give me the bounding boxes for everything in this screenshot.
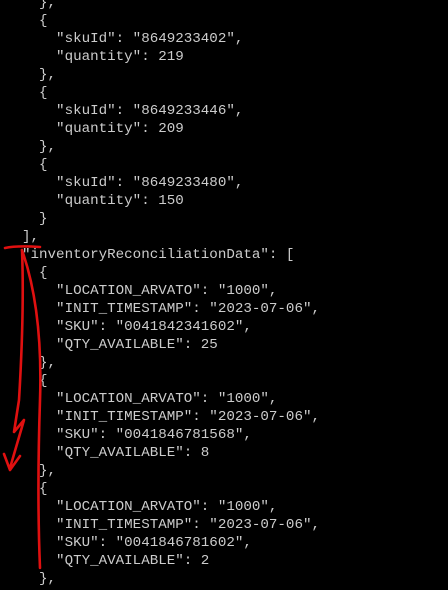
code-line: "SKU": "0041842341602", [22,319,252,335]
code-line: "SKU": "0041846781568", [22,427,252,443]
code-line: "QTY_AVAILABLE": 2 [22,553,210,569]
code-line: { [22,373,48,389]
code-line: { [22,481,48,497]
code-line: "skuId": "8649233480", [22,175,244,191]
annotation-arrowhead [2,452,22,472]
code-line: }, [22,355,57,371]
code-line: "LOCATION_ARVATO": "1000", [22,499,278,515]
code-line: "QTY_AVAILABLE": 25 [22,337,218,353]
code-line: "quantity": 219 [22,49,184,65]
code-line: "INIT_TIMESTAMP": "2023-07-06", [22,301,320,317]
code-line: "QTY_AVAILABLE": 8 [22,445,210,461]
terminal-window: }, { "skuId": "8649233402", "quantity": … [0,0,448,590]
code-line: { [22,13,48,29]
code-line: "skuId": "8649233446", [22,103,244,119]
code-line: "quantity": 209 [22,121,184,137]
code-line: "INIT_TIMESTAMP": "2023-07-06", [22,517,320,533]
code-line: }, [22,571,57,587]
code-line: "skuId": "8649233402", [22,31,244,47]
code-line: "inventoryReconciliationData": [ [22,247,295,263]
code-line: "quantity": 150 [22,193,184,209]
code-line: "SKU": "0041846781602", [22,535,252,551]
code-line: { [22,85,48,101]
code-line: { [22,157,48,173]
code-line: } [22,211,48,227]
code-line: }, [22,139,57,155]
code-line: "LOCATION_ARVATO": "1000", [22,283,278,299]
code-line: ], [22,229,40,245]
code-line: { [22,265,48,281]
code-line: }, [22,0,57,11]
code-line: "INIT_TIMESTAMP": "2023-07-06", [22,409,320,425]
code-line: "LOCATION_ARVATO": "1000", [22,391,278,407]
code-line: }, [22,463,57,479]
code-line: }, [22,67,57,83]
